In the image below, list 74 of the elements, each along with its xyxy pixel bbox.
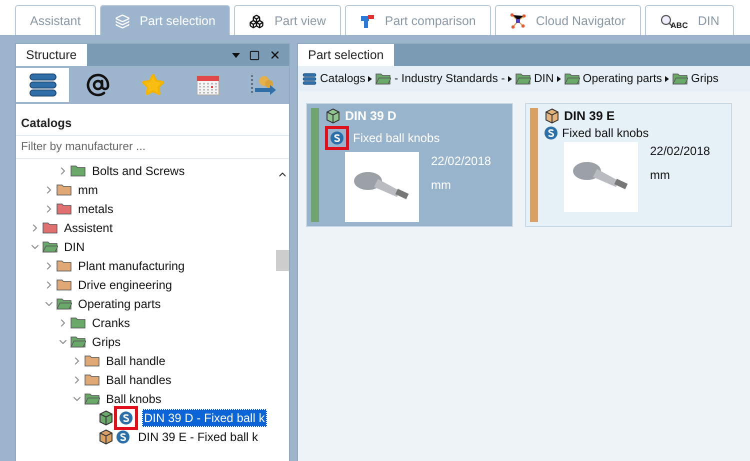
icon-caption: ABC <box>670 20 688 30</box>
star-icon <box>140 73 164 97</box>
part-title: DIN 39 E <box>564 109 615 123</box>
unit-text: mm <box>650 168 671 182</box>
filter-field[interactable]: Filter by manufacturer ... <box>16 135 289 159</box>
tree-item[interactable]: Assistent <box>62 218 115 236</box>
cube-icon <box>544 108 560 124</box>
part-card[interactable]: DIN 39 E Fixed ball knobs 22/02/2018 mm <box>525 103 732 227</box>
open-folder-icon <box>84 392 100 405</box>
s-badge-icon <box>544 126 558 140</box>
caret-icon[interactable] <box>556 76 561 82</box>
tree-item[interactable]: Operating parts <box>76 294 163 312</box>
calendar-icon <box>196 74 220 96</box>
open-folder-icon <box>564 72 580 85</box>
folder-icon <box>56 259 72 272</box>
maximize-icon[interactable] <box>249 50 260 60</box>
open-folder-icon <box>672 72 688 85</box>
panel-tab[interactable]: Part selection <box>298 44 394 66</box>
folder-icon <box>84 373 100 386</box>
network-icon <box>510 13 526 29</box>
panel-tab[interactable]: Structure <box>16 44 87 66</box>
part-description: Fixed ball knobs <box>353 131 440 145</box>
tree-item[interactable]: Bolts and Screws <box>90 162 187 180</box>
open-folder-icon <box>70 335 86 348</box>
folder-icon <box>42 221 58 234</box>
tree-item[interactable]: Grips <box>90 332 123 350</box>
open-folder-icon <box>375 72 392 85</box>
boxes-icon <box>249 14 264 28</box>
date-text: 22/02/2018 <box>431 154 492 168</box>
breadcrumb-link[interactable]: Catalogs <box>320 72 366 84</box>
tree-item[interactable]: Plant manufacturing <box>76 256 187 274</box>
tree-item[interactable]: Drive engineering <box>76 276 174 294</box>
s-badge-icon <box>119 410 133 424</box>
toolbar-button[interactable] <box>16 68 69 102</box>
tree-item[interactable]: Ball handle <box>104 352 168 370</box>
tree-item[interactable]: mm <box>76 180 100 198</box>
breadcrumb-link[interactable]: DIN <box>534 72 554 84</box>
books-icon <box>28 73 58 97</box>
open-folder-icon <box>514 72 531 85</box>
date-text: 22/02/2018 <box>650 144 710 158</box>
tab[interactable]: ABC DIN <box>644 5 734 36</box>
tree-item[interactable]: DIN 39 E - Fixed ball k <box>136 428 260 446</box>
part-description: Fixed ball knobs <box>562 126 649 140</box>
section-title: Catalogs <box>20 115 73 132</box>
breadcrumb-link[interactable]: Grips <box>691 72 719 84</box>
folder-icon <box>56 183 72 196</box>
breadcrumb-link[interactable]: - Industry Standards - <box>394 72 505 84</box>
scroll-thumb[interactable] <box>276 250 288 271</box>
folder-icon <box>56 278 72 291</box>
close-icon[interactable] <box>269 49 281 61</box>
tree-item[interactable]: Cranks <box>90 314 132 332</box>
tree-item[interactable]: DIN <box>62 238 87 256</box>
s-badge-icon <box>330 131 344 145</box>
tree-item[interactable]: Ball knobs <box>104 390 164 408</box>
part-title: DIN 39 D <box>345 109 396 123</box>
layers-icon <box>114 14 130 28</box>
compare-icon <box>360 14 375 28</box>
caret-icon[interactable] <box>508 76 512 82</box>
folder-icon <box>84 354 100 367</box>
breadcrumb-link[interactable]: Operating parts <box>582 72 662 84</box>
at-sign-icon <box>86 73 110 97</box>
folder-icon <box>70 164 86 177</box>
cube-icon <box>325 108 341 124</box>
open-folder-icon <box>56 297 72 310</box>
open-folder-icon <box>42 240 58 253</box>
export-icon <box>248 73 276 97</box>
books-icon <box>302 72 317 84</box>
folder-icon <box>70 316 86 329</box>
tree-item[interactable]: DIN 39 D - Fixed ball k <box>142 408 267 426</box>
folder-icon <box>56 202 72 215</box>
dropdown-caret-icon[interactable] <box>232 52 240 58</box>
tree-item[interactable]: Ball handles <box>104 370 174 388</box>
unit-text: mm <box>431 178 452 192</box>
tree-item[interactable]: metals <box>76 200 116 218</box>
